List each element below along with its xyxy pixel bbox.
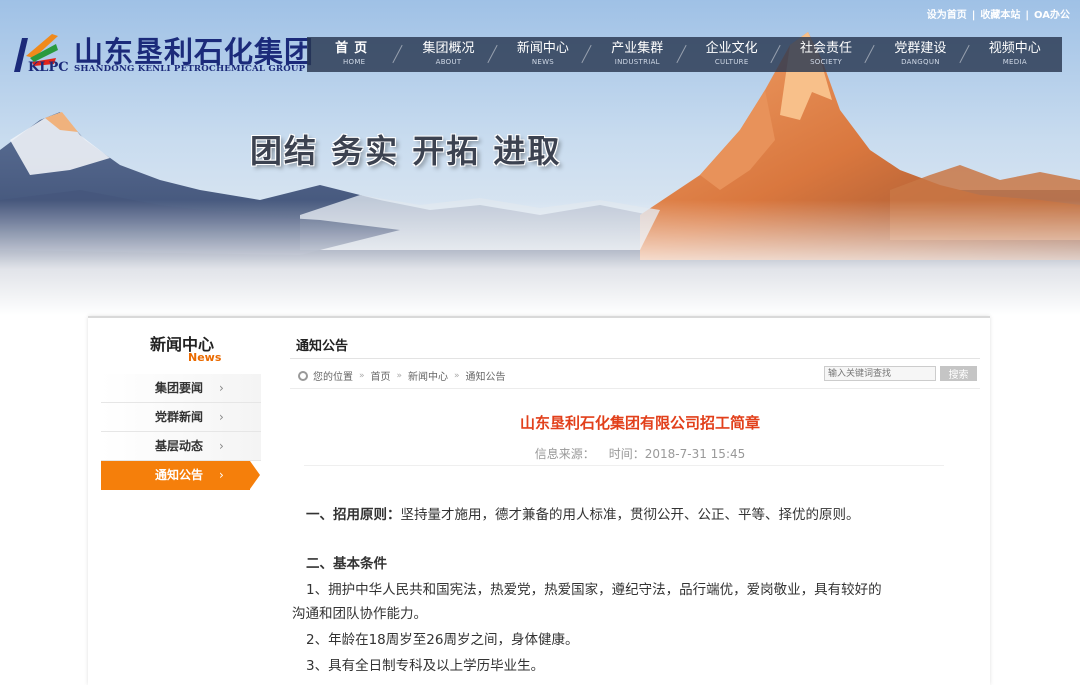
bookmark-link[interactable]: 收藏本站	[980, 10, 1020, 21]
source-label: 信息来源：	[534, 447, 595, 461]
sidebar-item-grassroots[interactable]: 基层动态 ›	[101, 432, 261, 461]
article-paragraph: 1、拥护中华人民共和国宪法，热爱党，热爱国家，遵纪守法，品行端优，爱岗敬业，具有…	[306, 582, 882, 598]
article-paragraph: 沟通和团队协作能力。	[292, 606, 427, 622]
double-chevron-icon: »	[359, 370, 365, 381]
sidebar-item-party-news[interactable]: 党群新闻 ›	[101, 403, 261, 432]
publish-time: 时间：2018-7-31 15:45	[608, 447, 746, 461]
nav-item-culture[interactable]: 企业文化 CULTURE	[685, 37, 779, 72]
breadcrumb: 您的位置 » 首页 » 新闻中心 » 通知公告	[298, 368, 506, 383]
breadcrumb-news-center[interactable]: 新闻中心	[408, 368, 448, 383]
nav-label: 企业文化	[705, 41, 758, 56]
chevron-right-icon: ›	[219, 468, 224, 482]
article-paragraph: 2、年龄在18周岁至26周岁之间，身体健康。	[306, 632, 579, 648]
set-homepage-link[interactable]: 设为首页	[927, 10, 967, 21]
nav-label: 集团概况	[422, 41, 475, 56]
nav-label-en: CULTURE	[714, 58, 749, 66]
nav-label-en: NEWS	[531, 58, 555, 66]
chevron-right-icon: ›	[219, 381, 224, 395]
separator: |	[971, 10, 976, 21]
nav-label-en: SOCIETY	[810, 58, 843, 66]
paragraph-heading: 二、基本条件	[306, 556, 387, 572]
article-paragraph: 一、招用原则：坚持量才施用，德才兼备的用人标准，贯彻公开、公正、平等、择优的原则…	[306, 505, 860, 525]
nav-label: 社会责任	[800, 41, 853, 56]
content-panel: 新闻中心 News 集团要闻 › 党群新闻 › 基层动态 › 通知公告 › 通知公告 您…	[88, 316, 990, 685]
article-title: 山东垦利石化集团有限公司招工简章	[519, 414, 760, 432]
main-nav: 首页 HOME 集团概况 ABOUT 新闻中心 NEWS 产业集群 INDUSTRIAL…	[307, 37, 1062, 72]
main-content: 通知公告 您的位置 » 首页 » 新闻中心 » 通知公告 搜索 山东垦利石化集团…	[290, 318, 980, 685]
sidebar: 新闻中心 News 集团要闻 › 党群新闻 › 基层动态 › 通知公告 ›	[88, 318, 278, 685]
nav-label-en: HOME	[342, 58, 366, 66]
nav-label-en: INDUSTRIAL	[614, 58, 660, 66]
nav-label-en: MEDIA	[1002, 58, 1027, 66]
nav-label: 视频中心	[988, 41, 1041, 56]
paragraph-heading: 一、招用原则：	[306, 507, 401, 523]
nav-item-media[interactable]: 视频中心 MEDIA	[968, 37, 1062, 72]
sidebar-menu: 集团要闻 › 党群新闻 › 基层动态 › 通知公告 ›	[101, 374, 261, 490]
divider	[290, 388, 980, 389]
company-logo[interactable]: KLPC 山东垦利石化集团 SHANDONG KENLI PETROCHEMIC…	[12, 32, 313, 78]
sidebar-title-en: News	[188, 351, 222, 364]
sidebar-item-label: 党群新闻	[155, 410, 204, 424]
sidebar-item-notices[interactable]: 通知公告 ›	[101, 461, 260, 490]
sidebar-item-group-news[interactable]: 集团要闻 ›	[101, 374, 261, 403]
article-meta: 信息来源： 时间：2018-7-31 15:45	[290, 445, 990, 462]
chevron-right-icon: ›	[219, 410, 224, 424]
location-icon	[298, 370, 308, 381]
oa-office-link[interactable]: OA办公	[1034, 10, 1070, 21]
double-chevron-icon: »	[454, 370, 460, 381]
double-chevron-icon: »	[396, 370, 403, 381]
paragraph-text: 坚持量才施用，德才兼备的用人标准，贯彻公开、公正、平等、择优的原则。	[400, 507, 860, 523]
nav-item-dangqun[interactable]: 党群建设 DANGQUN	[873, 37, 967, 72]
nav-item-news[interactable]: 新闻中心 NEWS	[496, 37, 590, 72]
separator: |	[1025, 10, 1030, 21]
chevron-right-icon: ›	[219, 439, 224, 453]
divider	[290, 358, 980, 359]
nav-item-home[interactable]: 首页 HOME	[307, 37, 401, 72]
logo-abbr: KLPC	[28, 60, 69, 75]
header-banner: 设为首页 | 收藏本站 | OA办公 KLPC 山东垦利石化集团 SHANDONG KE…	[0, 0, 1080, 315]
article-heading: 二、基本条件	[306, 554, 387, 574]
logo-name-en: SHANDONG KENLI PETROCHEMICAL GROUP	[74, 64, 306, 74]
breadcrumb-home[interactable]: 首页	[371, 368, 391, 383]
nav-item-about[interactable]: 集团概况 ABOUT	[401, 37, 495, 72]
sidebar-item-label: 基层动态	[155, 439, 204, 453]
article-paragraph: 3、具有全日制专科及以上学历毕业生。	[306, 658, 545, 674]
divider	[304, 465, 944, 466]
section-title: 通知公告	[296, 339, 349, 354]
breadcrumb-label: 您的位置	[313, 372, 353, 383]
breadcrumb-notices[interactable]: 通知公告	[466, 368, 506, 383]
search-input[interactable]	[824, 366, 936, 381]
nav-label-en: DANGQUN	[901, 58, 940, 66]
nav-label: 党群建设	[894, 41, 947, 56]
search-button[interactable]: 搜索	[940, 366, 977, 381]
nav-item-industrial[interactable]: 产业集群 INDUSTRIAL	[590, 37, 684, 72]
banner-slogan: 团结 务实 开拓 进取	[250, 132, 562, 170]
top-links: 设为首页 | 收藏本站 | OA办公	[927, 6, 1070, 21]
nav-label: 首页	[335, 41, 374, 56]
nav-label: 新闻中心	[516, 41, 569, 56]
nav-label: 产业集群	[611, 41, 664, 56]
nav-item-society[interactable]: 社会责任 SOCIETY	[779, 37, 873, 72]
sidebar-item-label: 集团要闻	[155, 381, 204, 395]
sidebar-item-label: 通知公告	[155, 468, 204, 482]
nav-label-en: ABOUT	[435, 58, 462, 66]
